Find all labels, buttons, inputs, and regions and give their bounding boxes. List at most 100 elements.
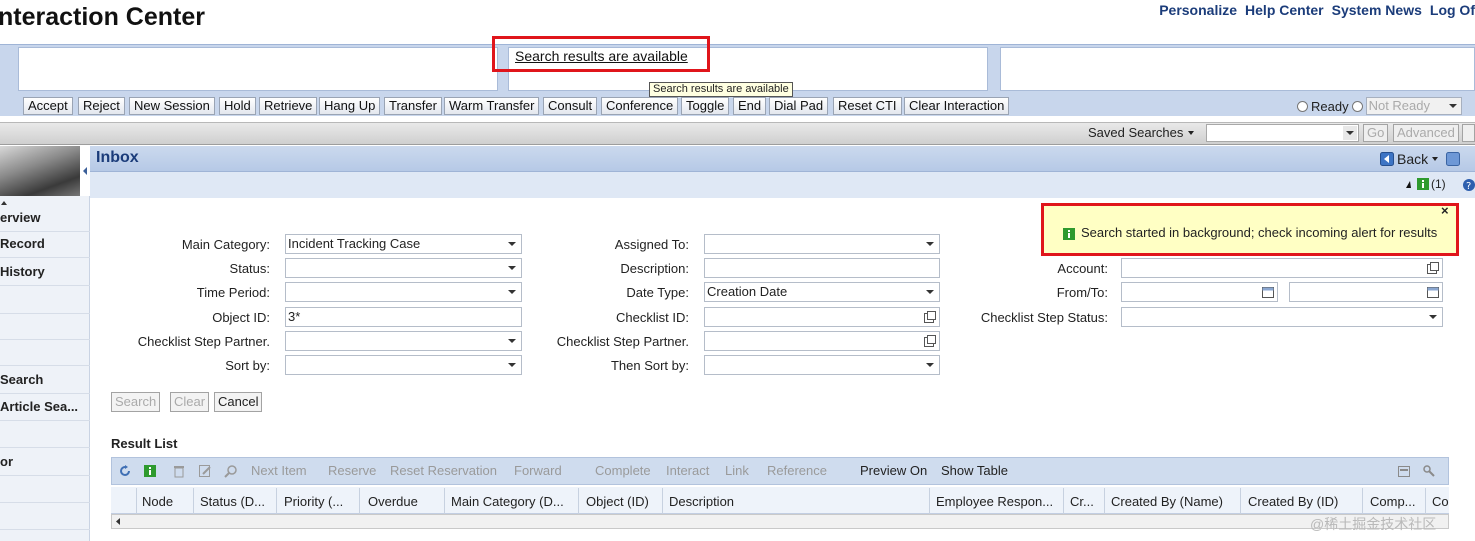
checklist-step-status-select[interactable] (1121, 307, 1443, 327)
assigned-to-select[interactable] (704, 234, 940, 254)
preview-on-button[interactable]: Preview On (860, 463, 927, 478)
search-button[interactable]: Search (111, 392, 161, 412)
forward-menu[interactable]: Forward (514, 463, 562, 478)
column-status[interactable]: Status (D... (200, 494, 265, 509)
column-main-category[interactable]: Main Category (D... (451, 494, 564, 509)
calendar-icon[interactable] (1261, 285, 1275, 299)
time-period-select[interactable] (285, 282, 522, 302)
hold-button[interactable]: Hold (219, 97, 256, 115)
value-help-icon[interactable] (923, 334, 937, 348)
nav-item-article-search[interactable]: Article Sea... (0, 395, 90, 421)
column-employee-responsible[interactable]: Employee Respon... (936, 494, 1053, 509)
reference-menu[interactable]: Reference (767, 463, 827, 478)
clear-button[interactable]: Clear (170, 392, 210, 412)
nav-item-record[interactable]: Record (0, 232, 90, 258)
refresh-icon[interactable] (118, 464, 132, 478)
reserve-button[interactable]: Reserve (328, 463, 376, 478)
back-button[interactable]: Back (1380, 151, 1461, 167)
checklist-step-partner-select[interactable] (285, 331, 522, 351)
saved-searches-menu[interactable]: Saved Searches (1088, 125, 1195, 140)
retrieve-button[interactable]: Retrieve (259, 97, 318, 115)
ready-radio[interactable] (1297, 100, 1308, 112)
not-ready-radio[interactable] (1351, 100, 1363, 112)
export-icon[interactable] (1397, 464, 1411, 478)
end-button[interactable]: End (733, 97, 767, 115)
calendar-icon[interactable] (1426, 285, 1440, 299)
nav-item-blank-2[interactable] (0, 314, 90, 340)
cancel-button[interactable]: Cancel (214, 392, 263, 412)
column-created[interactable]: Cr... (1070, 494, 1094, 509)
conference-button[interactable]: Conference (601, 97, 679, 115)
scroll-left-icon[interactable] (114, 517, 123, 526)
clear-interaction-button[interactable]: Clear Interaction (904, 97, 1010, 115)
toggle-button[interactable]: Toggle (681, 97, 730, 115)
search-icon[interactable] (224, 464, 238, 478)
delete-icon[interactable] (172, 464, 186, 478)
advanced-button[interactable]: Advanced (1393, 124, 1459, 142)
warm-transfer-button[interactable]: Warm Transfer (444, 97, 540, 115)
column-priority[interactable]: Priority (... (284, 494, 343, 509)
nav-item-overview[interactable]: erview (0, 206, 90, 232)
value-help-icon[interactable] (1426, 261, 1440, 275)
nav-item-blank-6[interactable] (0, 504, 90, 530)
status-select[interactable] (285, 258, 522, 278)
log-off-link[interactable]: Log Of (1430, 2, 1475, 18)
column-object-id[interactable]: Object (ID) (586, 494, 649, 509)
nav-item-blank-4[interactable] (0, 422, 90, 448)
complete-button[interactable]: Complete (595, 463, 651, 478)
alert-indicator[interactable]: (1) (1405, 177, 1446, 191)
consult-button[interactable]: Consult (543, 97, 598, 115)
column-node[interactable]: Node (142, 494, 173, 509)
nav-item-blank-5[interactable] (0, 477, 90, 503)
nav-item-blank-3[interactable] (0, 340, 90, 366)
close-icon[interactable]: × (1441, 203, 1449, 218)
column-created-by-id[interactable]: Created By (ID) (1248, 494, 1338, 509)
show-table-button[interactable]: Show Table (941, 463, 1008, 478)
nav-item-editor[interactable]: or (0, 450, 90, 476)
transfer-button[interactable]: Transfer (384, 97, 442, 115)
alert-icon[interactable] (144, 465, 156, 477)
horizontal-scrollbar[interactable] (111, 514, 1449, 529)
main-category-select[interactable]: Incident Tracking Case (285, 234, 522, 254)
not-ready-select[interactable]: Not Ready (1365, 97, 1462, 115)
reset-cti-button[interactable]: Reset CTI (833, 97, 902, 115)
column-description[interactable]: Description (669, 494, 734, 509)
then-sort-by-select[interactable] (704, 355, 940, 375)
value-help-icon[interactable] (923, 310, 937, 324)
collapse-arrow-icon[interactable] (81, 166, 89, 176)
link-button[interactable]: Link (725, 463, 749, 478)
accept-button[interactable]: Accept (23, 97, 73, 115)
system-news-link[interactable]: System News (1332, 2, 1422, 18)
settings-icon[interactable] (1422, 464, 1436, 478)
saved-search-select[interactable] (1206, 124, 1359, 142)
description-input[interactable] (704, 258, 940, 278)
window-icon[interactable] (1446, 152, 1461, 166)
to-date-input[interactable] (1289, 282, 1443, 302)
go-button[interactable]: Go (1363, 124, 1389, 142)
from-date-input[interactable] (1121, 282, 1278, 302)
date-type-select[interactable]: Creation Date (704, 282, 940, 302)
options-button[interactable] (1462, 124, 1475, 142)
edit-icon[interactable] (198, 464, 212, 478)
sort-by-select[interactable] (285, 355, 522, 375)
column-co[interactable]: Co (1432, 494, 1449, 509)
interact-button[interactable]: Interact (666, 463, 709, 478)
dial-pad-button[interactable]: Dial Pad (769, 97, 829, 115)
nav-item-search[interactable]: Search (0, 368, 90, 394)
hang-up-button[interactable]: Hang Up (319, 97, 381, 115)
personalize-link[interactable]: Personalize (1159, 2, 1237, 18)
account-input[interactable] (1121, 258, 1443, 278)
reject-button[interactable]: Reject (78, 97, 125, 115)
help-icon[interactable]: ? (1462, 178, 1475, 192)
column-created-by-name[interactable]: Created By (Name) (1111, 494, 1223, 509)
nav-item-blank-1[interactable] (0, 288, 90, 314)
column-completed[interactable]: Comp... (1370, 494, 1416, 509)
help-center-link[interactable]: Help Center (1245, 2, 1324, 18)
new-session-button[interactable]: New Session (129, 97, 215, 115)
checklist-id-input[interactable] (704, 307, 940, 327)
checklist-step-partner2-input[interactable] (704, 331, 940, 351)
reset-reservation-button[interactable]: Reset Reservation (390, 463, 497, 478)
object-id-input[interactable]: 3* (285, 307, 522, 327)
next-item-button[interactable]: Next Item (251, 463, 307, 478)
column-overdue[interactable]: Overdue (368, 494, 418, 509)
